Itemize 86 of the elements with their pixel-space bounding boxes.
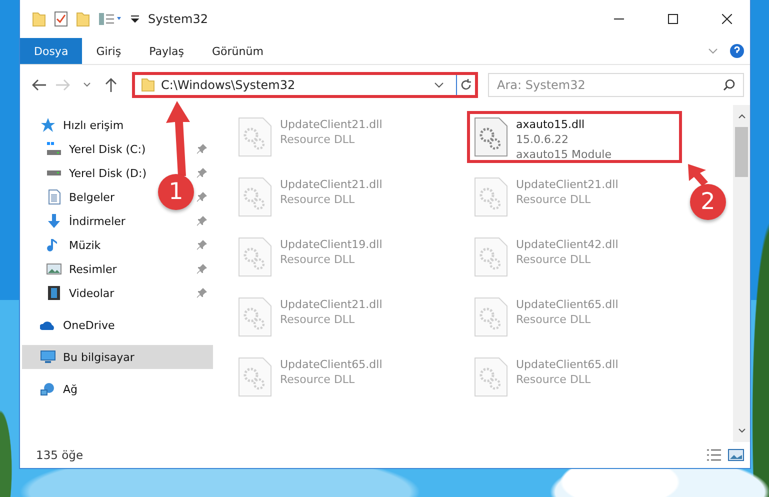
file-gear-icon [238, 297, 272, 337]
file-gear-icon [474, 297, 508, 337]
chevron-down-icon[interactable] [434, 81, 444, 89]
file-name: UpdateClient21.dll [280, 117, 382, 132]
nav-item[interactable]: Videolar [28, 281, 120, 305]
nav-item[interactable]: Resimler [28, 257, 123, 281]
file-detail: axauto15 Module [516, 147, 612, 162]
file-name: UpdateClient65.dll [516, 357, 618, 372]
file-name: UpdateClient21.dll [280, 297, 382, 312]
file-name: UpdateClient65.dll [516, 297, 618, 312]
file-name: UpdateClient21.dll [280, 177, 382, 192]
nav-item[interactable]: OneDrive [22, 313, 121, 337]
ribbon-tab[interactable]: Görünüm [198, 38, 278, 64]
scrollbar[interactable] [733, 105, 750, 442]
help-icon[interactable] [730, 44, 744, 58]
pin-icon[interactable] [197, 288, 207, 298]
file-gear-icon [238, 237, 272, 277]
item-count: 135 öğe [36, 448, 84, 462]
caret-icon[interactable] [130, 14, 140, 24]
file-name: axauto15.dll [516, 117, 586, 132]
callout-arrow [687, 163, 709, 187]
pin-icon[interactable] [197, 240, 207, 250]
file-gear-icon [238, 177, 272, 217]
ribbon-tab[interactable]: Dosya [20, 38, 82, 64]
film-icon [46, 285, 62, 301]
nav-item[interactable]: Yerel Disk (C:) [28, 137, 152, 161]
nav-item[interactable]: Ağ [22, 377, 84, 401]
network-icon [40, 381, 56, 397]
address-path: C:\Windows\System32 [161, 78, 296, 92]
ribbon-tab[interactable]: Giriş [82, 38, 136, 64]
nav-item[interactable]: İndirmeler [28, 209, 132, 233]
search-icon [723, 79, 735, 91]
file-detail: 15.0.6.22 [516, 132, 570, 147]
chevron-down-icon [83, 82, 91, 88]
pin-icon[interactable] [197, 192, 207, 202]
file-gear-icon [238, 357, 272, 397]
star-icon [40, 117, 56, 133]
file-tile[interactable]: axauto15.dll 15.0.6.22 axauto15 Module [467, 111, 682, 163]
pin-icon[interactable] [197, 216, 207, 226]
download-arrow-icon [46, 213, 62, 229]
image-icon [46, 261, 62, 277]
file-gear-icon [238, 117, 272, 157]
maximize-icon [668, 14, 678, 24]
pin-icon[interactable] [197, 144, 207, 154]
file-detail: Resource DLL [516, 252, 592, 267]
file-detail: Resource DLL [516, 312, 592, 327]
pin-icon[interactable] [197, 264, 207, 274]
window-title: System32 [148, 12, 210, 26]
file-name: UpdateClient65.dll [280, 357, 382, 372]
minimize-icon [614, 18, 624, 20]
file-gear-icon [474, 357, 508, 397]
file-name: UpdateClient42.dll [516, 237, 618, 252]
folder-icon[interactable] [32, 11, 46, 27]
file-detail: Resource DLL [280, 132, 356, 147]
large-icons-view-icon[interactable] [728, 448, 744, 462]
nav-item[interactable]: Hızlı erişim [22, 113, 130, 137]
drive-icon [46, 141, 62, 157]
file-detail: Resource DLL [280, 192, 356, 207]
folder-icon [141, 78, 155, 92]
nav-item[interactable]: Bu bilgisayar [22, 345, 213, 369]
document-icon [46, 189, 62, 205]
properties-icon[interactable] [54, 11, 68, 27]
folder-icon[interactable] [76, 11, 90, 27]
file-gear-icon [474, 177, 508, 217]
file-detail: Resource DLL [516, 372, 592, 387]
nav-item[interactable]: Müzik [28, 233, 107, 257]
file-detail: Resource DLL [516, 192, 592, 207]
view-menu-icon[interactable] [98, 12, 122, 26]
ribbon-tab[interactable]: Paylaş [135, 38, 198, 64]
file-detail: Resource DLL [280, 312, 356, 327]
file-name: UpdateClient19.dll [280, 237, 382, 252]
drive-icon [46, 170, 62, 176]
close-icon [722, 14, 732, 24]
nav-item[interactable]: Yerel Disk (D:) [28, 161, 153, 185]
file-name: UpdateClient21.dll [516, 177, 618, 192]
nav-item[interactable]: Belgeler [28, 185, 120, 209]
scrollbar-thumb[interactable] [735, 127, 748, 177]
computer-icon [40, 349, 56, 365]
file-gear-icon [474, 237, 508, 277]
pin-icon[interactable] [197, 168, 207, 178]
file-detail: Resource DLL [280, 252, 356, 267]
search-field[interactable]: Ara: System32 [488, 73, 744, 97]
file-detail: Resource DLL [280, 372, 356, 387]
file-gear-icon [474, 117, 508, 157]
details-view-icon[interactable] [706, 448, 722, 462]
address-bar[interactable]: C:\Windows\System32 [132, 72, 478, 98]
